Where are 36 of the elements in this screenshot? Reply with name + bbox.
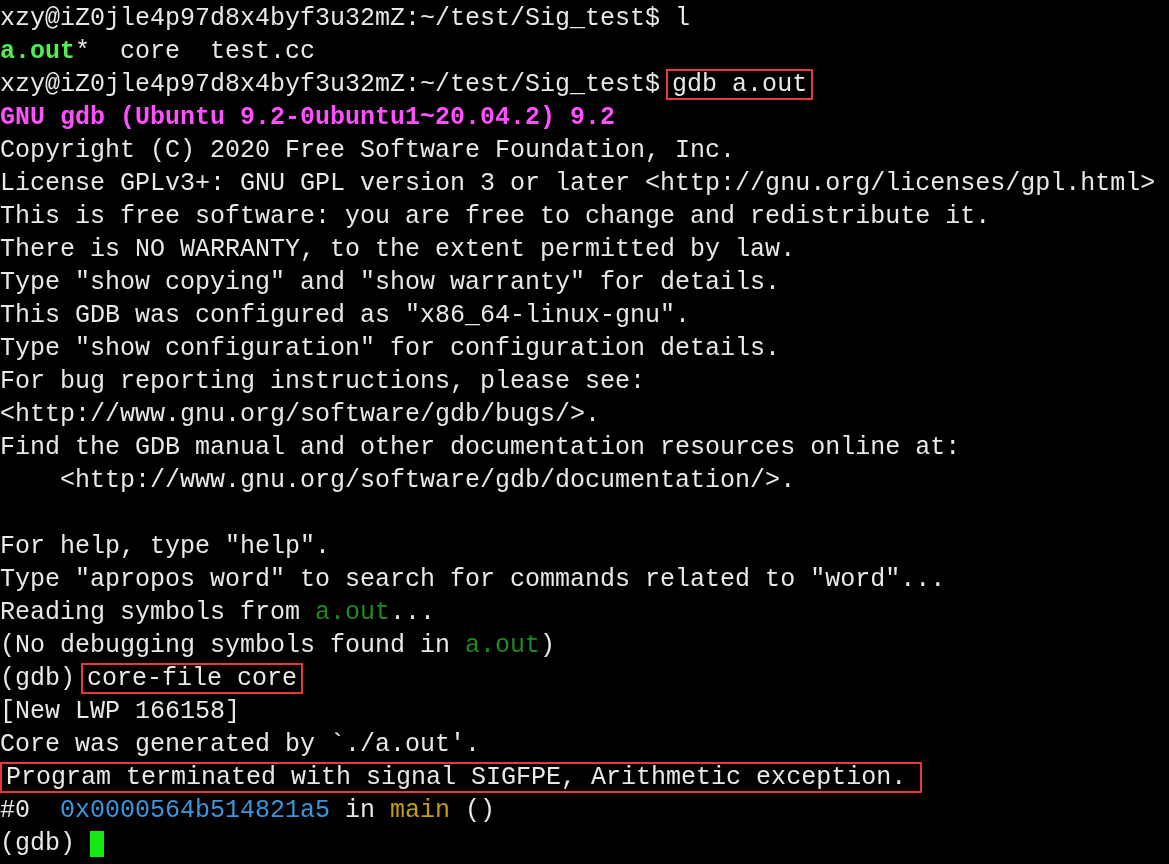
- terminal-text: Copyright (C) 2020 Free Software Foundation, Inc.: [0, 135, 736, 167]
- terminal-text: Type "show configuration" for configuration details.: [0, 333, 781, 365]
- terminal-text: Type "show copying" and "show warranty" for details.: [0, 267, 781, 299]
- terminal-text: (): [464, 795, 496, 827]
- terminal-text: xzy@iZ0jle4p97d8x4byf3u32mZ:~/test/Sig_test$ l: [0, 3, 691, 35]
- terminal-text: [New LWP 166158]: [0, 696, 241, 728]
- terminal-text: Find the GDB manual and other documentation resources online at:: [0, 432, 961, 464]
- terminal-text: This GDB was configured as "x86_64-linux-gnu".: [0, 300, 691, 332]
- file-name: a.out: [315, 597, 391, 629]
- terminal-text: ): [540, 630, 556, 662]
- terminal-text: Reading symbols from: [0, 597, 302, 629]
- terminal-text: This is free software: you are free to change and redistribute it.: [0, 201, 991, 233]
- terminal-text: Core was generated by `./a.out'.: [0, 729, 481, 761]
- function-name: main: [390, 795, 451, 827]
- terminal-text: There is NO WARRANTY, to the extent permitted by law.: [0, 234, 796, 266]
- memory-address: 0x0000564b514821a5: [60, 795, 331, 827]
- file-name: a.out: [465, 630, 541, 662]
- highlighted-text: gdb a.out: [666, 69, 814, 100]
- terminal-text: * core test.cc: [75, 36, 316, 68]
- terminal-text: (No debugging symbols found in: [0, 630, 452, 662]
- terminal-text: in: [344, 795, 377, 827]
- terminal-text: <http://www.gnu.org/software/gdb/documentation/>.: [59, 465, 796, 497]
- executable-name: a.out: [0, 36, 75, 68]
- highlighted-text: Program terminated with signal SIGFPE, Arithmetic exception.: [0, 762, 923, 793]
- terminal-text: xzy@iZ0jle4p97d8x4byf3u32mZ:~/test/Sig_test$: [0, 69, 661, 101]
- terminal-text: License GPLv3+: GNU GPL version 3 or later <http://gnu.org/licenses/gpl.html>: [0, 168, 1156, 200]
- highlighted-text: core-file core: [81, 663, 304, 694]
- terminal-text: Type "apropos word" to search for commands related to "word"...: [0, 564, 946, 596]
- terminal-text: #0: [0, 795, 31, 827]
- terminal-text: ...: [390, 597, 436, 629]
- terminal-text: <http://www.gnu.org/software/gdb/bugs/>.: [0, 399, 601, 431]
- terminal-text: (gdb): [0, 828, 76, 860]
- terminal-text: (gdb): [0, 663, 75, 695]
- version-text: GNU gdb (Ubuntu 9.2-0ubuntu1~20.04.2) 9.2: [0, 102, 616, 134]
- terminal-text: For help, type "help".: [0, 531, 331, 563]
- terminal-text: For bug reporting instructions, please see:: [0, 366, 646, 398]
